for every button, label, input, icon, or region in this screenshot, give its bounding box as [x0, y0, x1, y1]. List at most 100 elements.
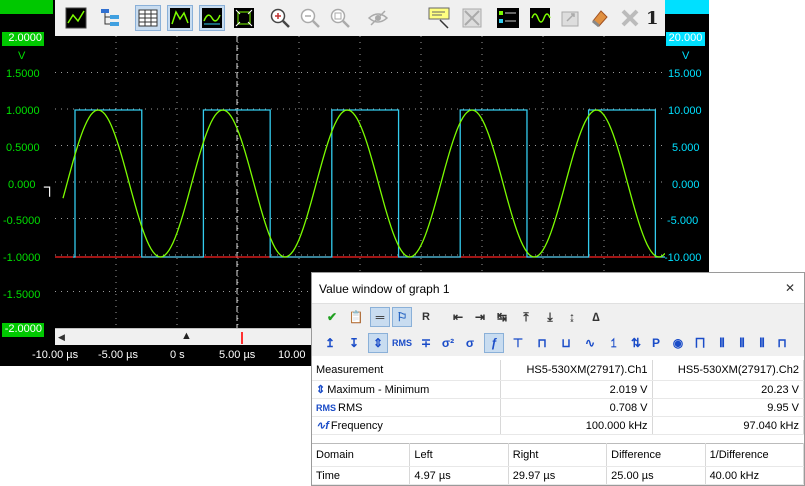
value-window: Value window of graph 1 ✕ ✔ 📋 ═ ⚐ R ⇤ ⇥ …	[311, 272, 805, 486]
cursor-header: Difference	[606, 443, 706, 467]
pulse-train-icon[interactable]: ⨅	[690, 333, 710, 353]
left-axis: 2.0000 V 1.5000 1.0000 0.5000 0.000 -0.5…	[0, 0, 55, 345]
measure-value: 2.019 V	[500, 380, 653, 399]
time-tick: -5.00 µs	[98, 349, 138, 361]
stddev-toggle[interactable]: σ	[460, 333, 480, 353]
duty-cycle-icon[interactable]: ⊔	[556, 333, 576, 353]
trigger-level-marker[interactable]: ┐	[44, 180, 55, 196]
cursor-vertical-both-icon[interactable]: ↨	[562, 307, 582, 327]
ch1-sine-trace	[62, 109, 665, 258]
value-window-titlebar: Value window of graph 1 ✕	[312, 273, 804, 304]
ch1-ch2-icon[interactable]	[495, 5, 521, 31]
scroll-left-arrow[interactable]: ◀	[58, 332, 65, 343]
close-x-icon[interactable]	[617, 5, 643, 31]
graph-square-icon[interactable]	[199, 5, 225, 31]
cursor-top-icon[interactable]: ⤒	[516, 307, 536, 327]
measure-label: RMS	[338, 401, 363, 414]
ruler-icon[interactable]: ═	[370, 307, 390, 327]
table-row[interactable]: RMS RMS 0.708 V 9.95 V	[312, 398, 805, 417]
right-axis-top-value: 20.000	[666, 32, 705, 46]
time-tick: 10.00	[278, 349, 306, 361]
right-axis-tick: -10.000	[664, 252, 702, 264]
table-icon[interactable]	[135, 5, 161, 31]
variance-toggle[interactable]: σ²	[438, 333, 458, 353]
clipboard-icon[interactable]: 📋	[346, 307, 366, 327]
measure-value: 100.000 kHz	[500, 416, 653, 435]
burst-2-icon[interactable]: ⫴	[732, 333, 752, 353]
left-axis-tick: 1.0000	[6, 105, 40, 117]
sine-measure-icon[interactable]: ∿	[580, 333, 600, 353]
cursor-header: Right	[508, 443, 608, 467]
red-position-marker[interactable]	[241, 332, 243, 344]
left-axis-bottom-value: -2.0000	[2, 323, 44, 337]
cursor-header: 1/Difference	[705, 443, 805, 467]
burst-3-icon[interactable]: ⫴	[752, 333, 772, 353]
cursor-left-icon[interactable]: ⇤	[448, 307, 468, 327]
crest-icon[interactable]: ⇅	[626, 333, 646, 353]
rise-time-icon[interactable]: ↥	[320, 333, 340, 353]
measure-value: 9.95 V	[652, 398, 805, 417]
cursor-both-icon[interactable]: ↹	[492, 307, 512, 327]
measure-value: 97.040 kHz	[652, 416, 805, 435]
graph-sine-icon[interactable]	[167, 5, 193, 31]
cursor-bottom-icon[interactable]: ⤓	[540, 307, 560, 327]
cursor-right-icon[interactable]: ⇥	[470, 307, 490, 327]
period-icon[interactable]: ⊤	[508, 333, 528, 353]
comment-text-icon[interactable]	[427, 5, 453, 31]
ch1-header: HS5-530XM(27917).Ch1	[500, 360, 653, 381]
left-axis-tick: -1.0000	[3, 252, 41, 264]
table-row[interactable]: Time 4.97 µs 29.97 µs 25.00 µs 40.00 kHz	[312, 466, 805, 485]
left-axis-tick: 0.5000	[6, 142, 40, 154]
left-axis-unit: V	[18, 50, 26, 62]
right-axis-unit: V	[682, 50, 690, 62]
zoom-in-icon[interactable]	[267, 5, 293, 31]
table-row[interactable]: ⇕ Maximum - Minimum 2.019 V 20.23 V	[312, 380, 805, 399]
measure-value: 20.23 V	[652, 380, 805, 399]
spectrum-icon[interactable]: ◉	[668, 333, 688, 353]
trigger-position-marker[interactable]: ▲	[181, 330, 192, 342]
cursor-header: Domain	[312, 443, 411, 467]
ch2-header: HS5-530XM(27917).Ch2	[652, 360, 805, 381]
value-window-toolbar: ✔ 📋 ═ ⚐ R ⇤ ⇥ ↹ ⤒ ⤓ ↨ ∆	[312, 304, 804, 330]
mean-icon[interactable]: ∓	[416, 333, 436, 353]
rms-toggle[interactable]: RMS	[392, 333, 412, 353]
left-axis-tick: 0.000	[8, 179, 36, 191]
cross-box-icon[interactable]	[459, 5, 485, 31]
channel-view-icon[interactable]	[63, 5, 89, 31]
ch2-square-trace	[73, 109, 665, 258]
cursor-delta-icon[interactable]: ∆	[586, 307, 606, 327]
pulse-count-icon[interactable]: ⊓	[532, 333, 552, 353]
close-icon[interactable]: ✕	[785, 281, 795, 295]
left-axis-top-badge	[0, 0, 53, 14]
table-row[interactable]: ∿f Frequency 100.000 kHz 97.040 kHz	[312, 416, 805, 435]
cursor-table: Domain Left Right Difference 1/Differenc…	[312, 443, 805, 485]
tree-icon[interactable]	[97, 5, 123, 31]
square-wave-icon[interactable]: ⊓	[772, 333, 792, 353]
frequency-toggle-icon[interactable]: ƒ	[484, 333, 504, 353]
left-axis-tick: -0.5000	[3, 215, 41, 227]
right-axis-top-badge	[665, 0, 709, 14]
left-axis-tick: -1.5000	[3, 289, 41, 301]
background-area	[0, 366, 312, 486]
main-toolbar: 1	[55, 0, 665, 37]
zoom-reset-icon[interactable]	[327, 5, 353, 31]
signal-icon[interactable]	[527, 5, 553, 31]
cursor-cell: Time	[312, 466, 411, 485]
fall-time-icon[interactable]: ↧	[344, 333, 364, 353]
measurement-header: Measurement	[312, 360, 502, 381]
checkmark-icon[interactable]: ✔	[322, 307, 342, 327]
right-axis-tick: 5.000	[672, 142, 700, 154]
pin-icon[interactable]: ⚐	[392, 307, 412, 327]
measurement-toolbar: ↥ ↧ ⇕ RMS ∓ σ² σ ƒ ⊤ ⊓ ⊔ ∿ ⥠ ⇅ P ◉ ⨅ ⫴ ⫴…	[312, 330, 804, 356]
edge-icon[interactable]: ⥠	[604, 333, 624, 353]
eye-icon[interactable]	[365, 5, 391, 31]
fit-icon[interactable]	[231, 5, 257, 31]
zoom-out-icon[interactable]	[297, 5, 323, 31]
power-toggle[interactable]: P	[646, 333, 666, 353]
measurement-table: Measurement HS5-530XM(27917).Ch1 HS5-530…	[312, 360, 805, 435]
max-min-toggle-icon[interactable]: ⇕	[368, 333, 388, 353]
scale-icon[interactable]	[557, 5, 583, 31]
reset-icon[interactable]: R	[416, 307, 436, 327]
burst-icon[interactable]: ⫴	[712, 333, 732, 353]
eraser-icon[interactable]	[587, 5, 613, 31]
